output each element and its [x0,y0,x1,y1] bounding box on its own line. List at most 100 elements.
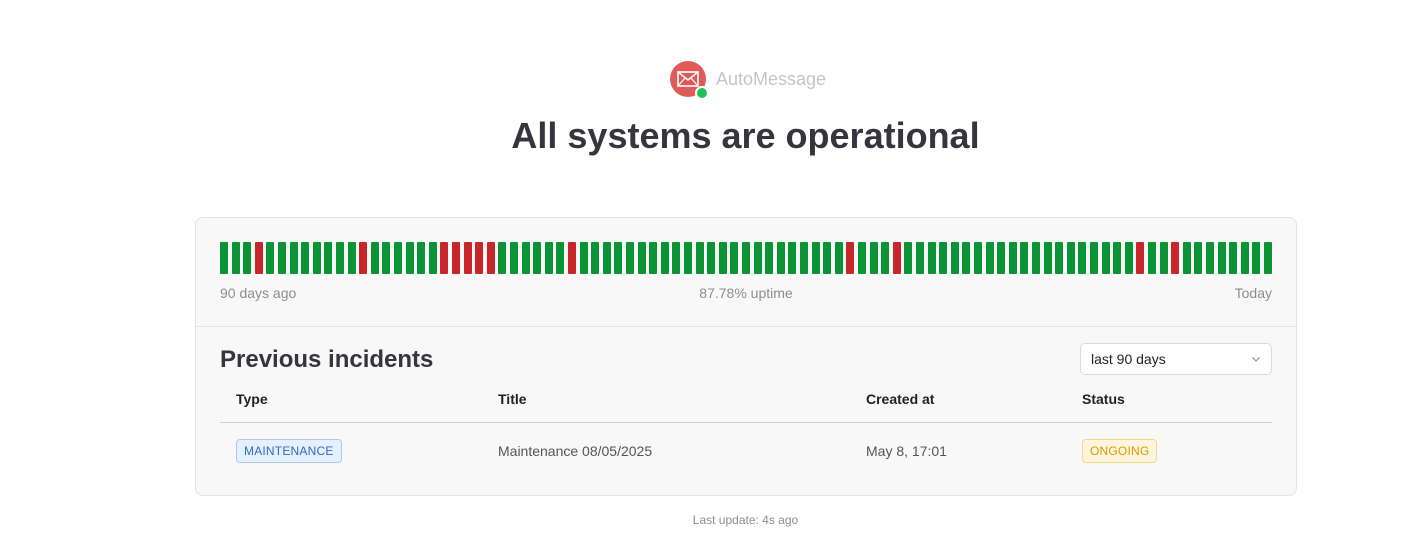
uptime-day-bar-up[interactable] [1240,242,1249,274]
brand: AutoMessage [670,60,826,100]
uptime-day-bar-up[interactable] [1008,242,1017,274]
uptime-day-bar-up[interactable] [742,242,750,274]
uptime-day-bar-up[interactable] [904,242,913,274]
uptime-day-bar-up[interactable] [591,242,600,274]
uptime-day-bar-up[interactable] [834,242,843,274]
uptime-day-bar-down[interactable] [254,242,263,274]
uptime-day-bar-up[interactable] [753,242,762,274]
uptime-day-bar-up[interactable] [336,242,344,274]
uptime-day-bar-up[interactable] [672,242,681,274]
last-update: Last update: 4s ago [692,513,799,527]
uptime-day-bar-up[interactable] [405,242,414,274]
uptime-day-bar-up[interactable] [962,242,971,274]
uptime-day-bar-up[interactable] [347,242,356,274]
uptime-day-bar-up[interactable] [718,242,727,274]
uptime-day-bar-down[interactable] [1171,242,1180,274]
uptime-day-bar-up[interactable] [974,242,982,274]
uptime-day-bar-up[interactable] [1066,242,1075,274]
uptime-day-bar-up[interactable] [1148,242,1156,274]
uptime-day-bar-up[interactable] [1020,242,1029,274]
uptime-day-bar-up[interactable] [776,242,785,274]
uptime-day-bar-up[interactable] [858,242,866,274]
uptime-day-bar-up[interactable] [417,242,426,274]
uptime-day-bar-up[interactable] [1217,242,1226,274]
uptime-day-bar-up[interactable] [823,242,832,274]
uptime-day-bar-up[interactable] [498,242,507,274]
uptime-day-bar-up[interactable] [939,242,948,274]
uptime-day-bar-up[interactable] [985,242,994,274]
uptime-day-bar-up[interactable] [1252,242,1261,274]
uptime-day-bar-up[interactable] [1113,242,1122,274]
uptime-day-bar-up[interactable] [602,242,611,274]
uptime-day-bar-up[interactable] [869,242,878,274]
uptime-day-bar-down[interactable] [568,242,576,274]
uptime-day-bar-up[interactable] [626,242,634,274]
uptime-day-bar-down[interactable] [359,242,368,274]
uptime-day-bar-up[interactable] [695,242,704,274]
uptime-day-bar-up[interactable] [1101,242,1110,274]
uptime-day-bar-up[interactable] [301,242,310,274]
uptime-day-bar-up[interactable] [1055,242,1064,274]
uptime-day-bar-up[interactable] [382,242,391,274]
uptime-day-bar-down[interactable] [846,242,855,274]
uptime-day-bar-up[interactable] [289,242,298,274]
uptime-day-bar-up[interactable] [243,242,252,274]
uptime-day-bar-up[interactable] [614,242,623,274]
uptime-day-bar-up[interactable] [660,242,669,274]
uptime-day-bar-up[interactable] [1032,242,1040,274]
uptime-day-bar-down[interactable] [440,242,449,274]
uptime-day-bar-up[interactable] [811,242,820,274]
uptime-day-bar-up[interactable] [266,242,275,274]
uptime-day-bar-up[interactable] [1090,242,1098,274]
uptime-day-bar-up[interactable] [1206,242,1214,274]
uptime-day-bar-up[interactable] [312,242,321,274]
uptime-day-bar-up[interactable] [278,242,286,274]
uptime-day-bar-up[interactable] [579,242,588,274]
uptime-day-bar-up[interactable] [1043,242,1052,274]
type-badge: MAINTENANCE [236,439,342,463]
uptime-day-bar-up[interactable] [1124,242,1133,274]
uptime-day-bar-up[interactable] [788,242,797,274]
uptime-day-bar-up[interactable] [510,242,518,274]
uptime-day-bar-up[interactable] [533,242,542,274]
column-header-title: Title [498,391,527,407]
uptime-day-bar-up[interactable] [394,242,402,274]
uptime-day-bar-up[interactable] [1182,242,1191,274]
uptime-bars [220,242,1272,274]
uptime-day-bar-up[interactable] [730,242,739,274]
uptime-day-bar-up[interactable] [220,242,228,274]
uptime-day-bar-down[interactable] [452,242,460,274]
uptime-day-bar-down[interactable] [892,242,901,274]
uptime-day-bar-up[interactable] [881,242,890,274]
uptime-day-bar-up[interactable] [927,242,936,274]
uptime-day-bar-up[interactable] [521,242,530,274]
uptime-day-bar-down[interactable] [475,242,484,274]
uptime-day-bar-up[interactable] [556,242,565,274]
uptime-day-bar-up[interactable] [1078,242,1087,274]
uptime-day-bar-up[interactable] [1194,242,1203,274]
uptime-day-bar-up[interactable] [1264,242,1272,274]
uptime-day-bar-down[interactable] [486,242,495,274]
uptime-day-bar-up[interactable] [370,242,379,274]
uptime-day-bar-up[interactable] [997,242,1006,274]
uptime-day-bar-up[interactable] [637,242,646,274]
uptime-day-bar-up[interactable] [428,242,437,274]
uptime-summary: 87.78% uptime [699,285,793,301]
uptime-day-bar-up[interactable] [684,242,692,274]
uptime-day-bar-down[interactable] [1136,242,1145,274]
date-range-select[interactable]: last 90 days [1080,343,1272,375]
uptime-day-bar-up[interactable] [1229,242,1238,274]
uptime-day-bar-up[interactable] [800,242,808,274]
uptime-day-bar-up[interactable] [950,242,959,274]
uptime-day-bar-up[interactable] [916,242,924,274]
uptime-day-bar-up[interactable] [649,242,658,274]
uptime-day-bar-up[interactable] [544,242,553,274]
uptime-day-bar-up[interactable] [324,242,333,274]
uptime-day-bar-down[interactable] [463,242,472,274]
uptime-day-bar-up[interactable] [765,242,774,274]
uptime-day-bar-up[interactable] [707,242,716,274]
date-range-value: last 90 days [1091,351,1166,367]
uptime-day-bar-up[interactable] [231,242,240,274]
incidents-title: Previous incidents [220,346,434,373]
uptime-day-bar-up[interactable] [1159,242,1168,274]
